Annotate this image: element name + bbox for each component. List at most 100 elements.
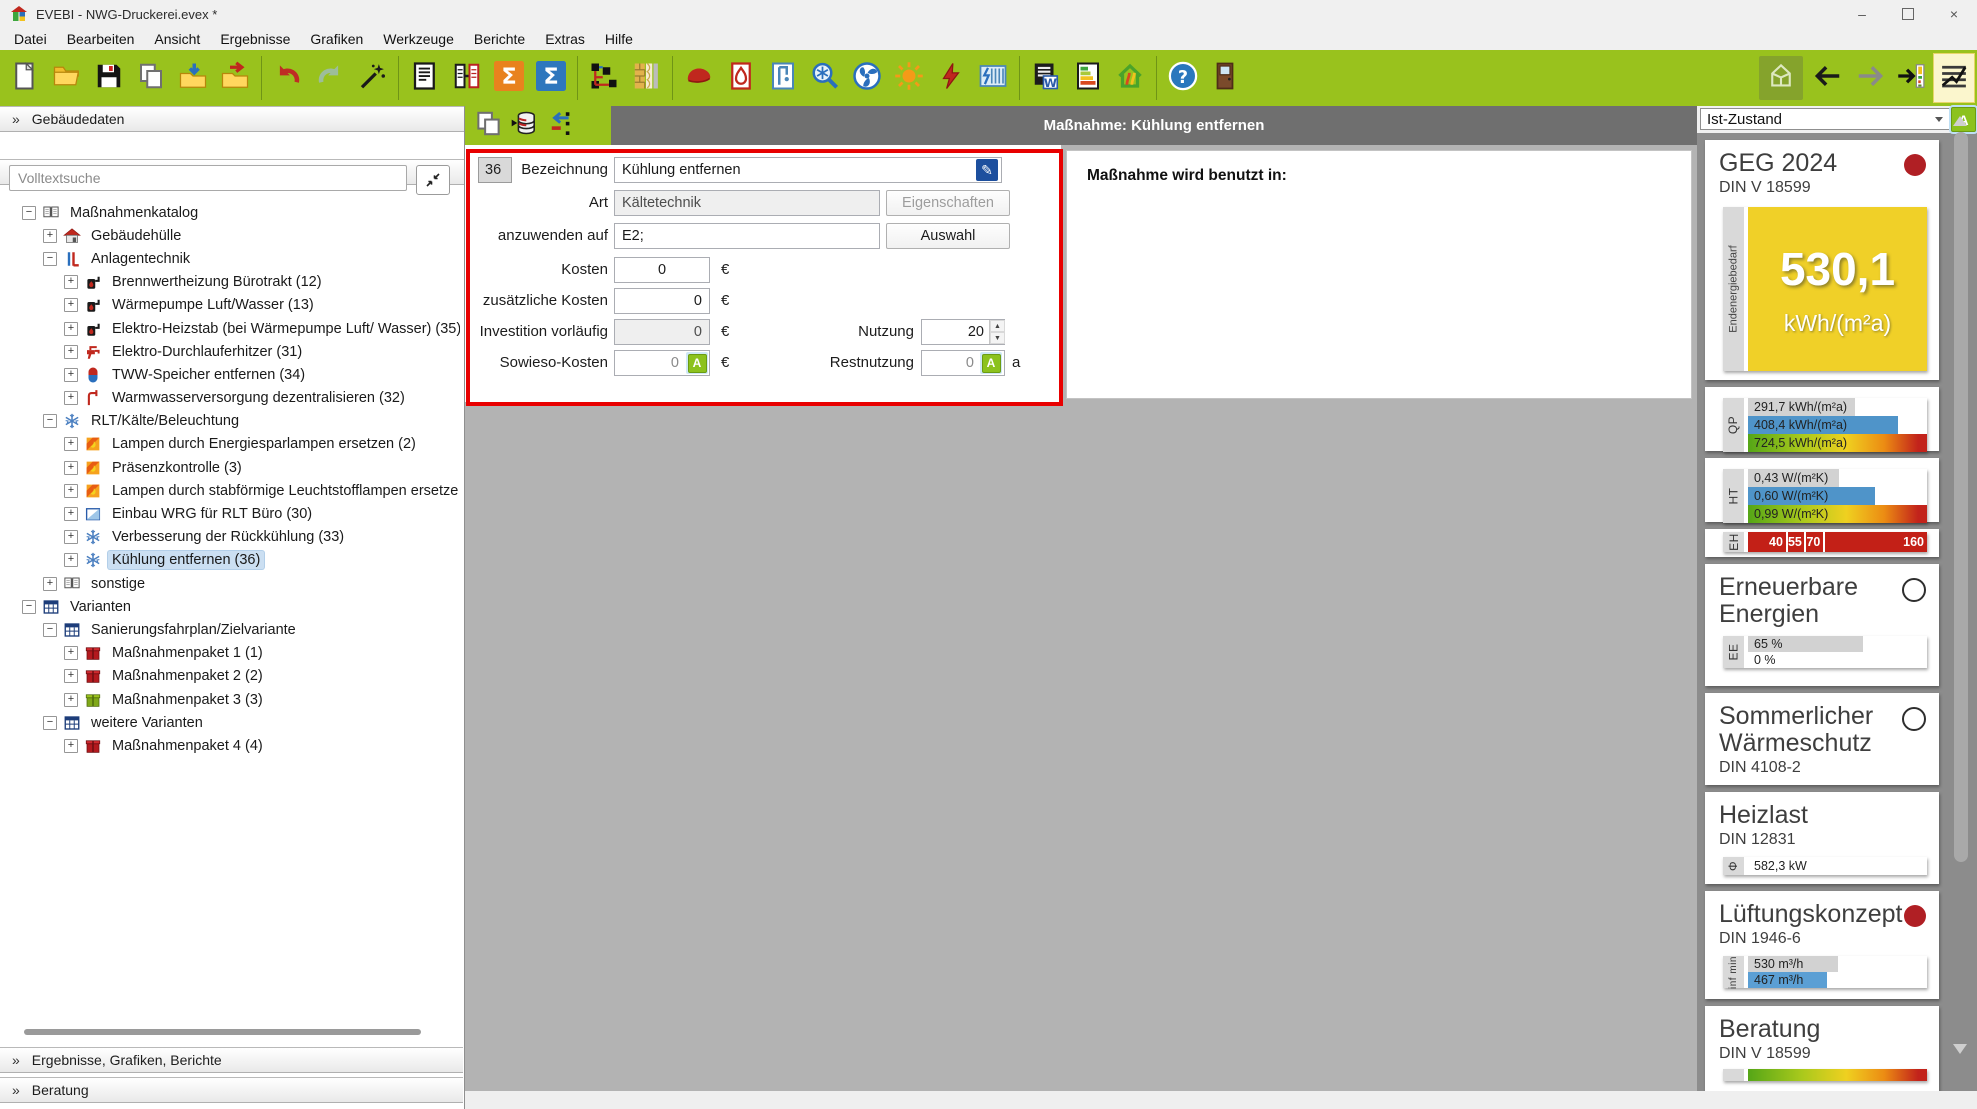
report-button[interactable] bbox=[404, 54, 446, 102]
copy-pages-button[interactable] bbox=[475, 110, 502, 142]
expand-icon[interactable]: + bbox=[64, 437, 78, 451]
expand-icon[interactable]: + bbox=[43, 229, 57, 243]
piping-button[interactable] bbox=[762, 54, 804, 102]
tree-item[interactable]: +Maßnahmenpaket 3 (3) bbox=[0, 688, 460, 711]
radiator-button[interactable] bbox=[972, 54, 1014, 102]
panel-header-beratung[interactable]: » Beratung bbox=[0, 1077, 463, 1103]
spin-up-icon[interactable]: ▲ bbox=[990, 320, 1005, 332]
energy-certificate-house-button[interactable] bbox=[1109, 54, 1151, 102]
tree-item[interactable]: +Lampen durch stabförmige Leuchtstofflam… bbox=[0, 479, 460, 502]
collapse-icon[interactable]: − bbox=[43, 252, 57, 266]
wall-construction-button[interactable] bbox=[625, 54, 667, 102]
heating-flame-button[interactable] bbox=[720, 54, 762, 102]
card-geg[interactable]: GEG 2024 DIN V 18599 Endenergiebedarf 53… bbox=[1705, 140, 1939, 380]
close-button[interactable]: × bbox=[1931, 0, 1977, 28]
menu-berichte[interactable]: Berichte bbox=[464, 30, 535, 48]
energy-label-button[interactable] bbox=[1067, 54, 1109, 102]
scrollbar-thumb[interactable] bbox=[24, 1029, 421, 1035]
electricity-bolt-button[interactable] bbox=[930, 54, 972, 102]
help-button[interactable]: ? bbox=[1162, 54, 1204, 102]
menu-grafiken[interactable]: Grafiken bbox=[300, 30, 373, 48]
maximize-button[interactable] bbox=[1885, 0, 1931, 28]
card-lueftung[interactable]: Lüftungskonzept DIN 1946-6 inf min530 m³… bbox=[1705, 891, 1939, 999]
expand-icon[interactable]: + bbox=[64, 739, 78, 753]
tree-item[interactable]: −Anlagentechnik bbox=[0, 247, 460, 270]
menu-ansicht[interactable]: Ansicht bbox=[144, 30, 210, 48]
undo-button[interactable] bbox=[267, 54, 309, 102]
collapse-tree-button[interactable] bbox=[416, 165, 450, 195]
sigma-orange-button[interactable]: Σ bbox=[488, 54, 530, 102]
expand-icon[interactable]: + bbox=[43, 577, 57, 591]
tree-item[interactable]: +Elektro-Heizstab (bei Wärmepumpe Luft/ … bbox=[0, 317, 460, 340]
menu-bearbeiten[interactable]: Bearbeiten bbox=[57, 30, 145, 48]
redo-button[interactable] bbox=[309, 54, 351, 102]
new-document-button[interactable] bbox=[4, 54, 46, 102]
tree-item[interactable]: +Maßnahmenpaket 1 (1) bbox=[0, 642, 460, 665]
tree-item[interactable]: +Maßnahmenpaket 2 (2) bbox=[0, 665, 460, 688]
collapse-icon[interactable]: − bbox=[43, 716, 57, 730]
tree-item[interactable]: +TWW-Speicher entfernen (34) bbox=[0, 363, 460, 386]
menu-datei[interactable]: Datei bbox=[4, 30, 57, 48]
goto-result-button[interactable] bbox=[1891, 54, 1933, 102]
spin-down-icon[interactable]: ▼ bbox=[990, 332, 1005, 344]
tree-item[interactable]: −Sanierungsfahrplan/Zielvariante bbox=[0, 618, 460, 641]
expand-icon[interactable]: + bbox=[64, 322, 78, 336]
panel-header-gebaeudedaten[interactable]: » Gebäudedaten bbox=[0, 106, 464, 132]
tree-item[interactable]: +Brennwertheizung Bürotrakt (12) bbox=[0, 271, 460, 294]
expand-icon[interactable]: + bbox=[64, 646, 78, 660]
expand-icon[interactable]: + bbox=[64, 530, 78, 544]
menu-hilfe[interactable]: Hilfe bbox=[595, 30, 643, 48]
menu-werkzeuge[interactable]: Werkzeuge bbox=[373, 30, 464, 48]
database-button[interactable] bbox=[510, 110, 537, 142]
edit-pencil-button[interactable]: ✎ bbox=[976, 159, 998, 181]
wizard-button[interactable] bbox=[351, 54, 393, 102]
vertical-scrollbar-thumb[interactable] bbox=[1954, 132, 1968, 862]
zusatz-kosten-input[interactable] bbox=[614, 288, 710, 314]
menu-extras[interactable]: Extras bbox=[535, 30, 595, 48]
roof-cap-button[interactable] bbox=[678, 54, 720, 102]
auswahl-button[interactable]: Auswahl bbox=[886, 223, 1010, 249]
ventilation-fan-button[interactable] bbox=[846, 54, 888, 102]
scroll-down-icon[interactable] bbox=[1953, 1044, 1967, 1054]
house-3d-button[interactable] bbox=[1759, 56, 1803, 100]
card-erneuerbare[interactable]: Erneuerbare Energien EE65 %0 % bbox=[1705, 564, 1939, 686]
card-sommer[interactable]: Sommerlicher Wärmeschutz DIN 4108-2 bbox=[1705, 693, 1939, 785]
expand-icon[interactable]: + bbox=[64, 345, 78, 359]
scroll-up-icon[interactable] bbox=[1953, 116, 1967, 126]
open-folder-button[interactable] bbox=[46, 54, 88, 102]
expand-icon[interactable]: + bbox=[64, 298, 78, 312]
search-cooling-button[interactable] bbox=[804, 54, 846, 102]
tree-item[interactable]: +Elektro-Durchlauferhitzer (31) bbox=[0, 340, 460, 363]
collapse-icon[interactable]: − bbox=[43, 414, 57, 428]
bezeichnung-input[interactable] bbox=[614, 157, 1002, 183]
tree-item[interactable]: +Verbesserung der Rückkühlung (33) bbox=[0, 526, 460, 549]
word-report-button[interactable]: W bbox=[1025, 54, 1067, 102]
horizontal-scrollbar[interactable] bbox=[2, 1025, 461, 1039]
expand-icon[interactable]: + bbox=[64, 484, 78, 498]
minimize-button[interactable]: – bbox=[1839, 0, 1885, 28]
expand-icon[interactable]: + bbox=[64, 693, 78, 707]
expand-icon[interactable]: + bbox=[64, 553, 78, 567]
tree-item[interactable]: −weitere Varianten bbox=[0, 711, 460, 734]
save-button[interactable] bbox=[88, 54, 130, 102]
card-qp[interactable]: QP291,7 kWh/(m²a)408,4 kWh/(m²a)724,5 kW… bbox=[1705, 387, 1939, 451]
auto-value-badge[interactable]: A bbox=[686, 352, 708, 374]
expand-icon[interactable]: + bbox=[64, 507, 78, 521]
panel-header-ergebnisse[interactable]: » Ergebnisse, Grafiken, Berichte bbox=[0, 1047, 463, 1073]
auto-value-badge[interactable]: A bbox=[980, 352, 1002, 374]
tree-item[interactable]: +Einbau WRG für RLT Büro (30) bbox=[0, 502, 460, 525]
tree-item[interactable]: −RLT/Kälte/Beleuchtung bbox=[0, 410, 460, 433]
tree-item[interactable]: +Maßnahmenpaket 4 (4) bbox=[0, 734, 460, 757]
eigenschaften-button[interactable]: Eigenschaften bbox=[886, 190, 1010, 216]
chart-button[interactable] bbox=[1933, 53, 1975, 103]
expand-icon[interactable]: + bbox=[64, 275, 78, 289]
expand-icon[interactable]: + bbox=[64, 368, 78, 382]
tree-item[interactable]: +Wärmepumpe Luft/Wasser (13) bbox=[0, 294, 460, 317]
tree-item[interactable]: +Präsenzkontrolle (3) bbox=[0, 456, 460, 479]
collapse-icon[interactable]: − bbox=[22, 206, 36, 220]
transfer-button[interactable] bbox=[545, 110, 572, 142]
copy-button[interactable] bbox=[130, 54, 172, 102]
back-button[interactable] bbox=[1807, 54, 1849, 102]
tree-item[interactable]: −Varianten bbox=[0, 595, 460, 618]
expand-icon[interactable]: + bbox=[64, 669, 78, 683]
